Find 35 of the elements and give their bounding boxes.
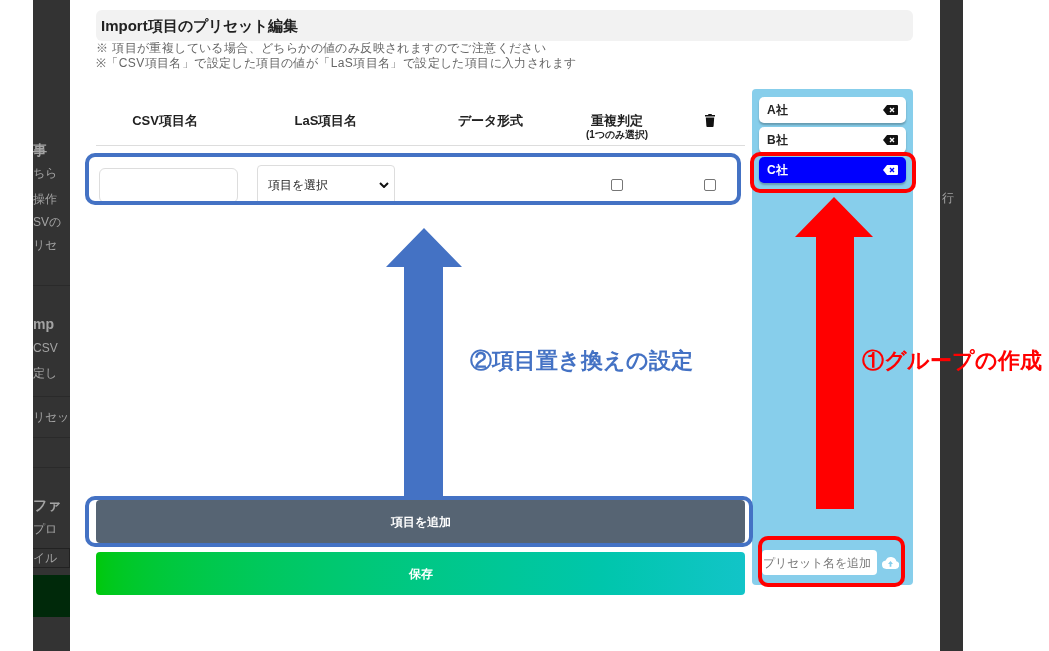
preset-item[interactable]: B社	[759, 127, 906, 153]
csv-name-field[interactable]	[99, 167, 238, 203]
note-text: ※「CSV項目名」で設定した項目の値が「LaS項目名」で設定した項目に入力されます	[96, 56, 578, 71]
trash-icon[interactable]	[704, 114, 715, 127]
column-subheader: (1つのみ選択)	[585, 129, 649, 141]
dimmed-text: リセッ	[33, 409, 70, 426]
dimmed-text: SVの	[33, 214, 62, 231]
preset-item[interactable]: A社	[759, 97, 906, 123]
add-item-button[interactable]: 項目を追加	[96, 500, 745, 543]
checkbox[interactable]	[611, 179, 623, 191]
callout-label: ②項目置き換えの設定	[470, 347, 693, 375]
dimmed-text: 定し	[33, 365, 58, 382]
column-header: LaS項目名	[294, 113, 358, 129]
dimmed-text: ちら	[33, 165, 58, 182]
dimmed-heading: ファ	[33, 496, 62, 515]
chevron-down-icon	[379, 182, 389, 188]
backspace-icon[interactable]	[883, 105, 898, 115]
dimmed-text: 操作	[33, 191, 58, 208]
dimmed-text: 行	[942, 190, 955, 207]
backspace-icon[interactable]	[883, 165, 898, 175]
checkbox[interactable]	[703, 179, 716, 191]
dimmed-text: CSV	[33, 340, 59, 357]
dimmed-heading: mp	[33, 315, 55, 334]
backspace-icon[interactable]	[883, 135, 898, 145]
column-header: データ形式	[457, 113, 523, 129]
column-header: CSV項目名	[132, 113, 198, 129]
preset-item[interactable]: C社	[759, 157, 906, 183]
note-text: ※ 項目が重複している場合、どちらかの値のみ反映されますのでご注意ください	[96, 41, 548, 56]
column-header: 重複判定	[591, 113, 643, 129]
dimmed-banner	[33, 575, 70, 617]
dimmed-heading: 事	[33, 141, 48, 160]
preset-name-field[interactable]: プリセット名を追加	[762, 550, 877, 575]
dimmed-text: リセ	[33, 237, 58, 254]
dimmed-text: プロ	[33, 521, 58, 538]
modal-title: Import項目のプリセット編集	[101, 15, 298, 36]
